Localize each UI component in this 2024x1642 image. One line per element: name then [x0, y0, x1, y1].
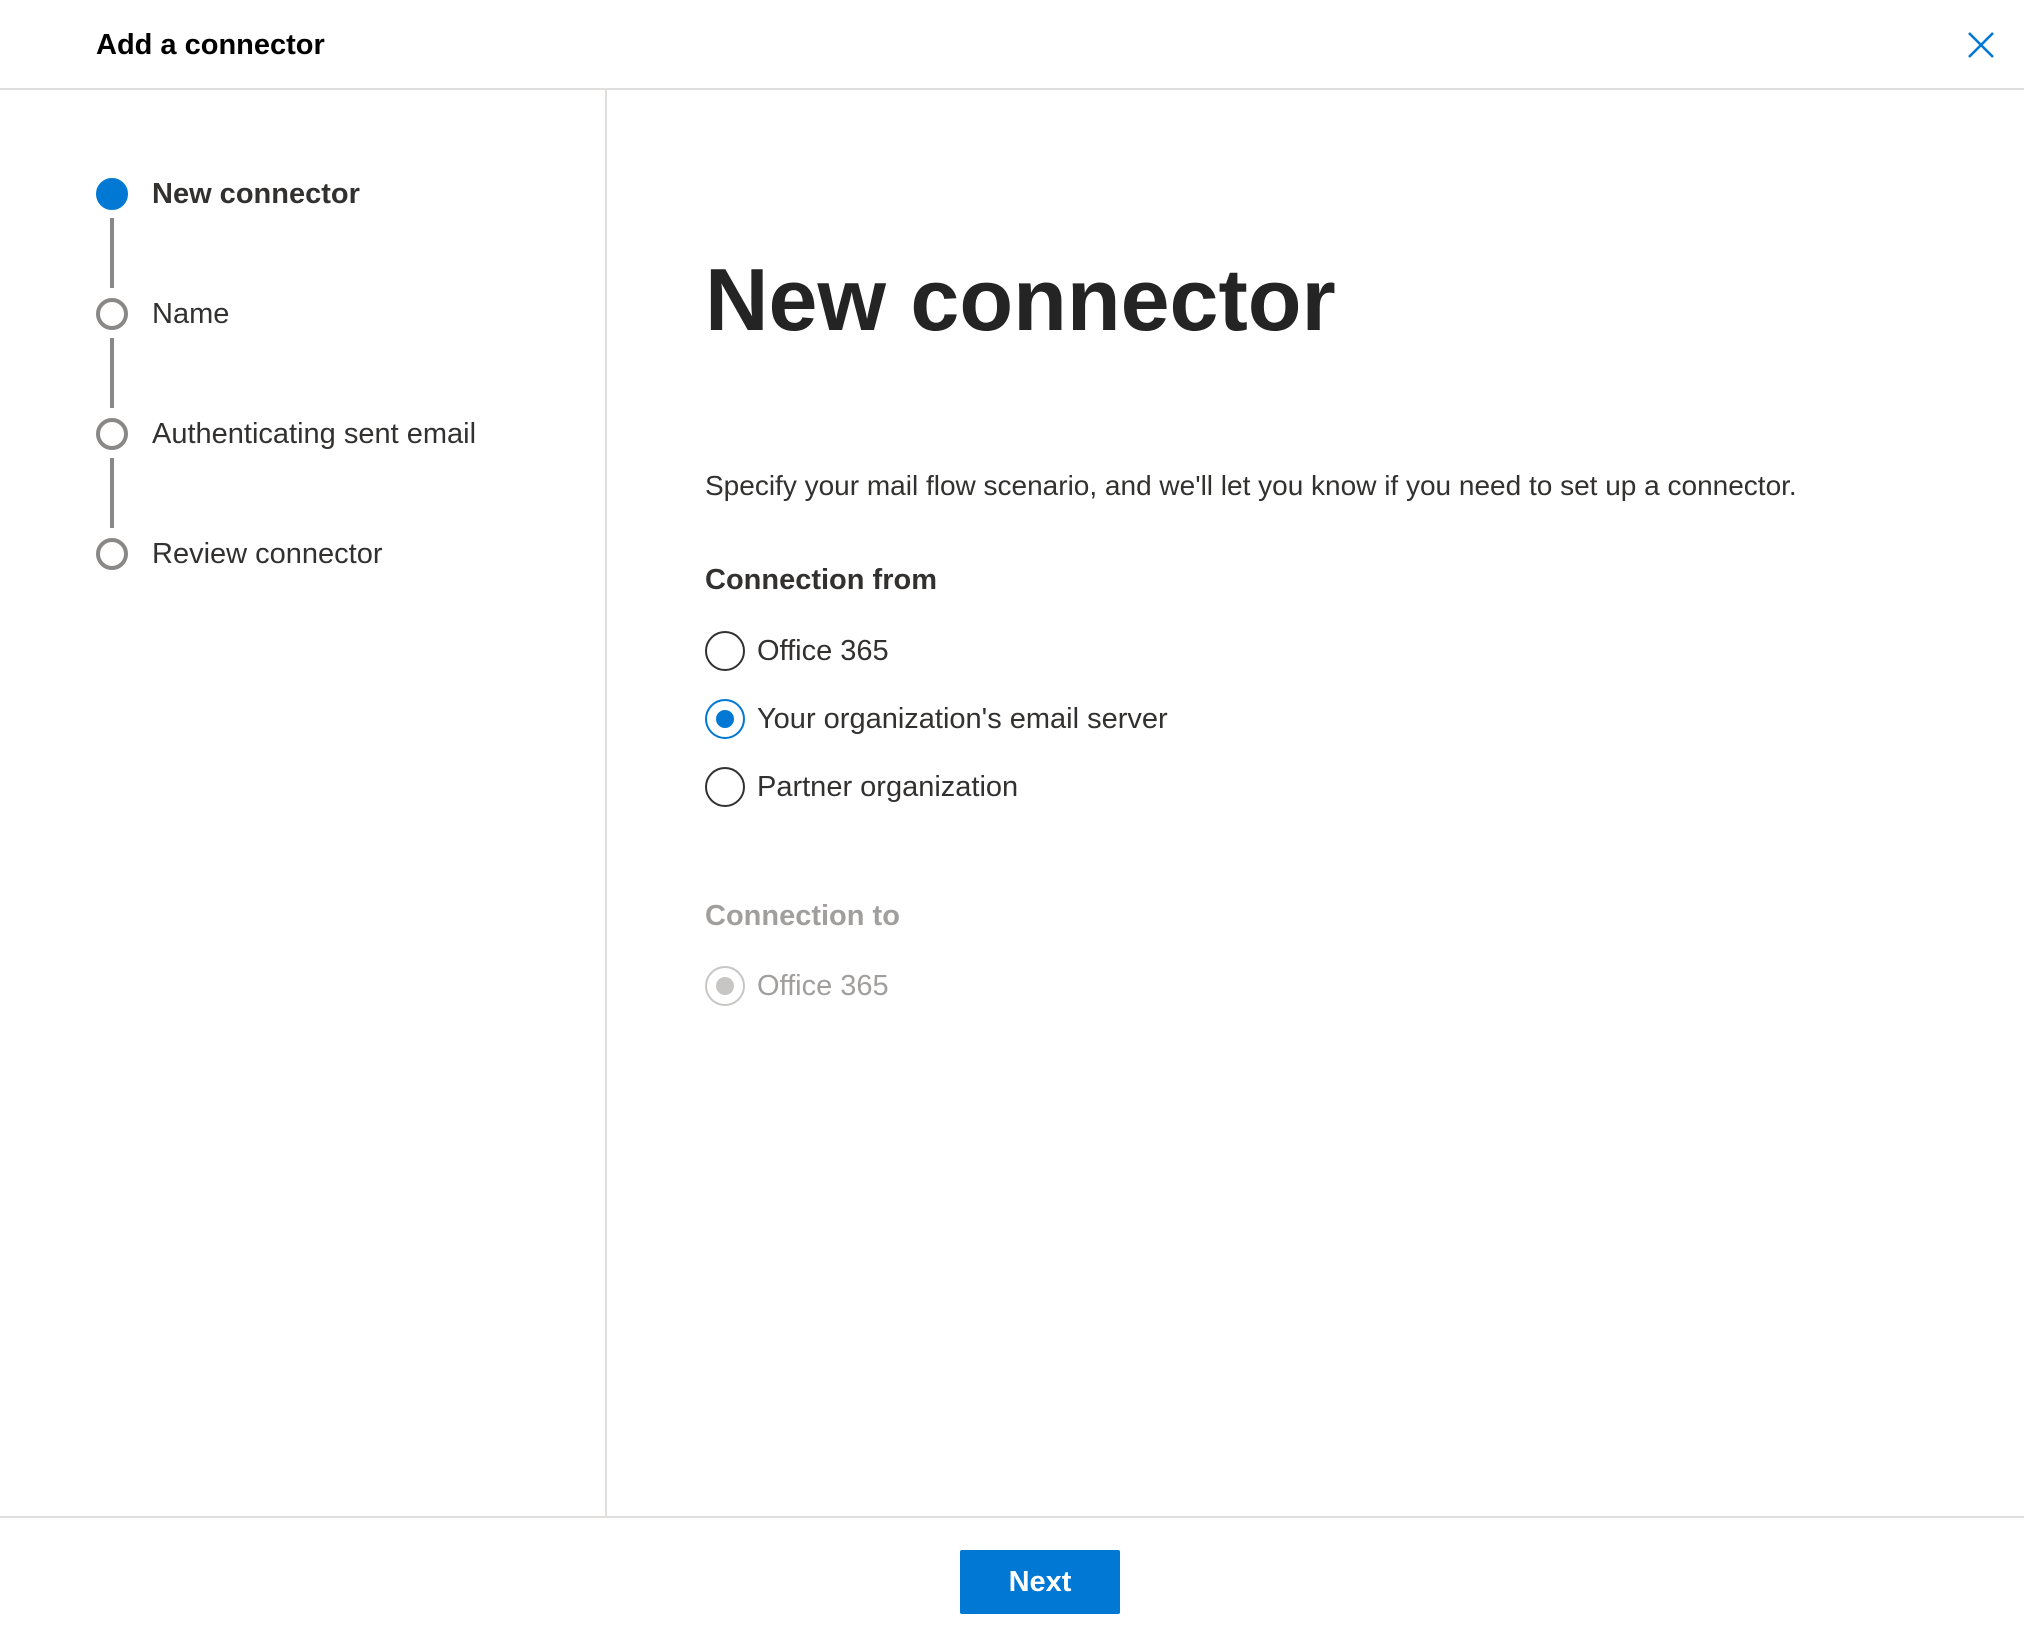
- step-connector-line: [110, 458, 114, 528]
- dialog-title: Add a connector: [96, 29, 325, 61]
- radio-unchecked-icon: [705, 631, 745, 671]
- main-content: New connector Specify your mail flow sce…: [609, 90, 2024, 1516]
- dialog-header: Add a connector: [0, 0, 2024, 90]
- radio-label: Office 365: [757, 970, 889, 1002]
- radio-label: Office 365: [757, 635, 889, 667]
- next-button[interactable]: Next: [960, 1550, 1120, 1614]
- step-pending-indicator-icon: [96, 298, 128, 330]
- dialog-footer: Next: [0, 1516, 2024, 1642]
- radio-disabled-checked-icon: [705, 966, 745, 1006]
- add-connector-dialog: Add a connector New connector Name Authe…: [0, 0, 2024, 1642]
- step-pending-indicator-icon: [96, 418, 128, 450]
- radio-label: Your organization's email server: [757, 703, 1168, 735]
- close-button[interactable]: [1960, 24, 2002, 66]
- step-label: Authenticating sent email: [152, 418, 477, 450]
- radio-unchecked-icon: [705, 767, 745, 807]
- step-connector-line: [110, 338, 114, 408]
- page-title: New connector: [705, 250, 1336, 349]
- step-connector-line: [110, 218, 114, 288]
- step-label: New connector: [152, 178, 360, 210]
- step-label: Name: [152, 298, 230, 330]
- radio-label: Partner organization: [757, 771, 1019, 803]
- close-icon: [1968, 32, 1994, 58]
- step-current-indicator-icon: [96, 178, 128, 210]
- connection-from-label: Connection from: [705, 564, 937, 596]
- page-description: Specify your mail flow scenario, and we'…: [705, 470, 1797, 501]
- radio-checked-icon: [705, 699, 745, 739]
- wizard-steps: New connector Name Authenticating sent e…: [0, 90, 607, 1516]
- step-pending-indicator-icon: [96, 538, 128, 570]
- step-label: Review connector: [152, 538, 383, 570]
- connection-to-label: Connection to: [705, 900, 900, 932]
